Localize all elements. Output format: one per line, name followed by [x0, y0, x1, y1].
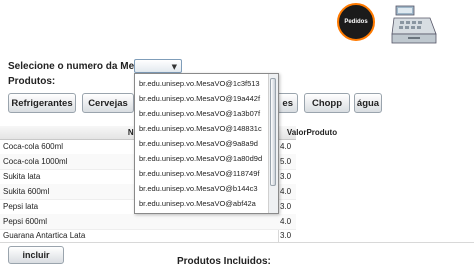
mesa-combobox[interactable]: ▼ [134, 59, 182, 73]
chevron-down-icon[interactable]: ▼ [172, 63, 177, 71]
agua-button[interactable]: água [354, 93, 382, 113]
refrigerantes-button[interactable]: Refrigerantes [8, 93, 76, 113]
scrollbar-thumb[interactable] [270, 78, 276, 186]
cell-nome: Sukita lata [3, 172, 41, 181]
pedidos-button[interactable]: Pedidos [337, 3, 375, 41]
mesa-dropdown-list[interactable]: br.edu.unisep.vo.MesaVO@1c3f513 br.edu.u… [134, 73, 279, 214]
cash-register-icon[interactable] [390, 4, 440, 46]
table-row[interactable]: Pepsi 600ml 4.0 [0, 214, 296, 230]
cell-valor: 4.0 [280, 217, 292, 226]
cell-valor: 5.0 [280, 157, 292, 166]
cell-nome: Sukita 600ml [3, 187, 50, 196]
table-row[interactable]: Guarana Antartica Lata 3.0 [0, 229, 296, 243]
cell-valor: 3.0 [280, 202, 292, 211]
pedidos-label: Pedidos [344, 19, 368, 25]
cell-valor: 4.0 [280, 142, 292, 151]
cell-nome: Coca-cola 1000ml [3, 157, 68, 166]
dropdown-option[interactable]: br.edu.unisep.vo.MesaVO@abf42a [139, 195, 256, 213]
cell-nome: Guarana Antartica Lata [3, 231, 86, 240]
mesa-label: Selecione o numero da Mesa: [8, 61, 149, 72]
incluir-button[interactable]: incluir [8, 246, 64, 264]
cell-valor: 3.0 [280, 231, 292, 240]
chopp-button[interactable]: Chopp [304, 93, 350, 113]
cervejas-button[interactable]: Cervejas [82, 93, 134, 113]
column-header-valor[interactable]: ValorProduto [278, 126, 346, 139]
produtos-incluidos-label: Produtos Incluidos: [177, 256, 271, 267]
divider [0, 242, 474, 243]
cell-nome: Pepsi 600ml [3, 217, 48, 226]
cell-nome: Coca-cola 600ml [3, 142, 64, 151]
cell-nome: Pepsi lata [3, 202, 39, 211]
cell-valor: 3.0 [280, 172, 292, 181]
cell-valor: 4.0 [280, 187, 292, 196]
dropdown-scrollbar[interactable] [268, 74, 278, 213]
produtos-label: Produtos: [8, 76, 56, 87]
